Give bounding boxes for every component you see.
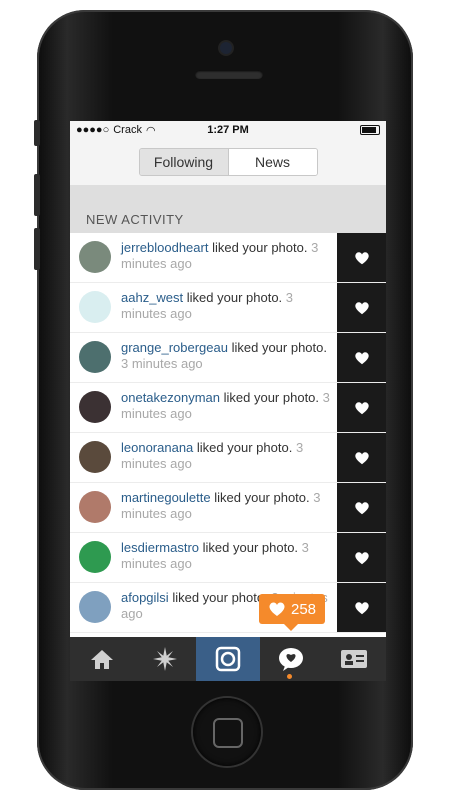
app-screen: ●●●●○ Crack ◠ 1:27 PM Following News NEW… [70, 121, 386, 681]
segmented-control: Following News [138, 148, 318, 176]
tab-bar [70, 637, 386, 681]
list-item[interactable]: afopgilsi liked your photo. 3 minutes ag… [70, 583, 386, 633]
active-tab-dot [287, 674, 292, 679]
activity-action: liked your photo. [220, 390, 320, 405]
activity-text: martinegoulette liked your photo. 3 minu… [121, 483, 337, 522]
front-camera [220, 42, 232, 54]
activity-text: jerrebloodheart liked your photo. 3 minu… [121, 233, 337, 272]
news-icon [279, 648, 304, 671]
activity-action: liked your photo. [210, 490, 310, 505]
avatar[interactable] [79, 491, 111, 523]
avatar[interactable] [79, 441, 111, 473]
username-link[interactable]: leonoranana [121, 440, 193, 455]
username-link[interactable]: afopgilsi [121, 590, 169, 605]
camera-icon [215, 646, 241, 672]
username-link[interactable]: jerrebloodheart [121, 240, 208, 255]
liked-photo-thumbnail[interactable] [337, 333, 386, 382]
avatar[interactable] [79, 341, 111, 373]
activity-text: leonoranana liked your photo. 3 minutes … [121, 433, 337, 472]
list-item[interactable]: aahz_west liked your photo. 3 minutes ag… [70, 283, 386, 333]
activity-text: onetakezonyman liked your photo. 3 minut… [121, 383, 337, 422]
activity-action: liked your photo. [208, 240, 308, 255]
avatar[interactable] [79, 391, 111, 423]
battery-icon [360, 125, 380, 135]
home-icon [90, 650, 113, 669]
tab-explore[interactable] [133, 637, 196, 681]
badge-count: 258 [290, 600, 317, 618]
activity-list: jerrebloodheart liked your photo. 3 minu… [70, 233, 386, 633]
activity-action: liked your photo. [168, 590, 268, 605]
activity-action: liked your photo. [183, 290, 283, 305]
segment-bar: Following News [70, 139, 386, 185]
activity-time: 3 minutes ago [121, 356, 203, 371]
tab-home[interactable] [70, 637, 133, 681]
liked-photo-thumbnail[interactable] [337, 233, 386, 282]
tab-news[interactable]: News [227, 149, 317, 175]
section-header: NEW ACTIVITY [70, 185, 386, 233]
activity-text: grange_robergeau liked your photo. 3 min… [121, 333, 337, 372]
avatar[interactable] [79, 541, 111, 573]
tab-camera[interactable] [196, 637, 260, 681]
home-button-icon [213, 718, 243, 748]
mute-switch [34, 120, 40, 146]
notification-badge[interactable]: 258 [259, 594, 325, 631]
tab-following[interactable]: Following [139, 149, 228, 175]
heart-icon [269, 602, 285, 616]
liked-photo-thumbnail[interactable] [337, 533, 386, 582]
heart-icon [354, 451, 369, 464]
avatar[interactable] [79, 591, 111, 623]
liked-photo-thumbnail[interactable] [337, 383, 386, 432]
heart-icon [354, 501, 369, 514]
earpiece-speaker [195, 70, 263, 79]
activity-action: liked your photo. [193, 440, 293, 455]
list-item[interactable]: grange_robergeau liked your photo. 3 min… [70, 333, 386, 383]
activity-action: liked your photo. [199, 540, 299, 555]
heart-icon [354, 401, 369, 414]
liked-photo-thumbnail[interactable] [337, 583, 386, 632]
liked-photo-thumbnail[interactable] [337, 483, 386, 532]
heart-icon [354, 301, 369, 314]
heart-icon [354, 351, 369, 364]
heart-icon [354, 551, 369, 564]
list-item[interactable]: leonoranana liked your photo. 3 minutes … [70, 433, 386, 483]
tab-profile[interactable] [323, 637, 386, 681]
username-link[interactable]: lesdiermastro [121, 540, 199, 555]
avatar[interactable] [79, 241, 111, 273]
heart-icon [354, 601, 369, 614]
activity-text: aahz_west liked your photo. 3 minutes ag… [121, 283, 337, 322]
list-item[interactable]: lesdiermastro liked your photo. 3 minute… [70, 533, 386, 583]
profile-icon [341, 650, 368, 668]
list-item[interactable]: jerrebloodheart liked your photo. 3 minu… [70, 233, 386, 283]
status-bar: ●●●●○ Crack ◠ 1:27 PM [70, 121, 386, 139]
liked-photo-thumbnail[interactable] [337, 433, 386, 482]
username-link[interactable]: aahz_west [121, 290, 183, 305]
activity-action: liked your photo. [227, 340, 327, 355]
volume-up-button [34, 174, 40, 216]
username-link[interactable]: martinegoulette [121, 490, 211, 505]
username-link[interactable]: onetakezonyman [121, 390, 220, 405]
heart-icon [354, 251, 369, 264]
activity-text: lesdiermastro liked your photo. 3 minute… [121, 533, 337, 572]
volume-down-button [34, 228, 40, 270]
liked-photo-thumbnail[interactable] [337, 283, 386, 332]
username-link[interactable]: grange_robergeau [121, 340, 228, 355]
list-item[interactable]: onetakezonyman liked your photo. 3 minut… [70, 383, 386, 433]
status-time: 1:27 PM [207, 124, 249, 136]
avatar[interactable] [79, 291, 111, 323]
list-item[interactable]: martinegoulette liked your photo. 3 minu… [70, 483, 386, 533]
explore-icon [152, 647, 177, 671]
